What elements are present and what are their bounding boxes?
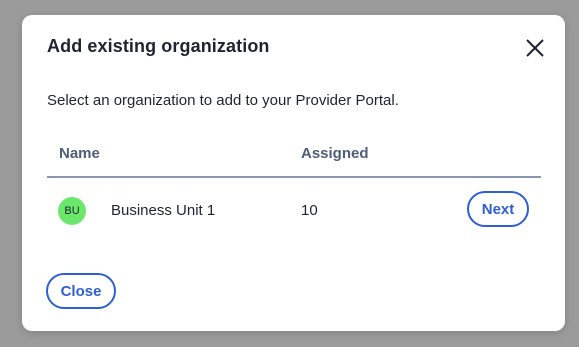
column-header-name: Name xyxy=(59,145,100,162)
avatar: BU xyxy=(58,197,86,225)
dialog-subtitle: Select an organization to add to your Pr… xyxy=(47,92,399,109)
close-icon[interactable] xyxy=(524,37,546,59)
column-header-assigned: Assigned xyxy=(301,145,369,162)
table-header: Name Assigned xyxy=(47,140,541,178)
organization-name: Business Unit 1 xyxy=(111,202,216,219)
table-row: BU Business Unit 1 10 Next xyxy=(47,178,541,244)
organization-table: Name Assigned BU Business Unit 1 10 Next xyxy=(47,140,541,244)
next-button[interactable]: Next xyxy=(467,191,529,227)
avatar-initials: BU xyxy=(64,205,80,217)
assigned-count: 10 xyxy=(301,202,318,219)
dialog-title: Add existing organization xyxy=(47,36,270,56)
add-organization-dialog: Add existing organization Select an orga… xyxy=(22,15,565,331)
close-button[interactable]: Close xyxy=(46,273,116,309)
